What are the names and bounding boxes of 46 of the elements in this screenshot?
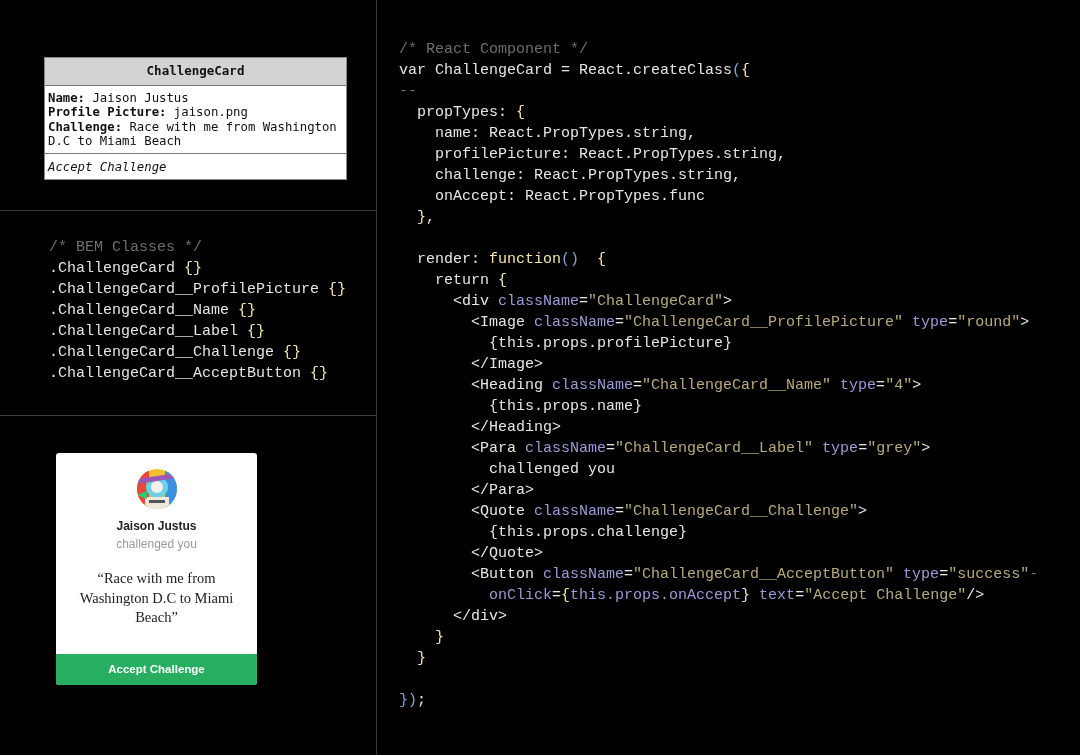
code-line: {this.props.name}	[488, 397, 644, 417]
code-line: {this.props.challenge}	[488, 523, 689, 543]
code-line: </Image>	[470, 355, 545, 375]
field-text: Profile Picture: jaison.png	[48, 105, 249, 120]
code-line: /* BEM Classes */	[49, 238, 204, 258]
method-text: Accept Challenge	[46, 158, 168, 176]
code-line: challenged you	[488, 460, 617, 480]
code-line: .ChallengeCard__Label {}	[49, 322, 267, 342]
code-line: profilePicture: React.PropTypes.string,	[434, 145, 788, 165]
code-line: --	[399, 82, 418, 102]
code-line: },	[416, 208, 437, 228]
field-text: Challenge: Race with me from Washington D.C to Miami Beach	[48, 119, 338, 149]
code-line: .ChallengeCard__AcceptButton {}	[49, 364, 330, 384]
code-line: </Quote>	[470, 544, 545, 564]
code-line: name: React.PropTypes.string,	[434, 124, 698, 144]
code-line: </Para>	[470, 481, 536, 501]
field-text: Name: Jaison Justus	[48, 90, 190, 106]
code-line: challenge: React.PropTypes.string,	[434, 166, 743, 186]
challenge-quote: “Race with me from Washington D.C to Miami Beach”	[78, 569, 235, 627]
code-line: propTypes: {	[416, 103, 527, 123]
code-line: .ChallengeCard__Name {}	[49, 301, 258, 321]
code-line: });	[399, 691, 428, 711]
code-line: onAccept: React.PropTypes.func	[434, 187, 707, 207]
code-line: onClick={this.props.onAccept} text="Accept Challenge"/>	[488, 586, 986, 606]
challenge-label: challenged you	[116, 536, 197, 553]
code-line: render: function() {	[416, 250, 608, 270]
code-line: <Heading className="ChallengeCard__Name" type="4">	[470, 376, 923, 396]
code-line: var ChallengeCard = React.createClass({	[399, 61, 752, 81]
code-line: .ChallengeCard__ProfilePicture {}	[49, 280, 348, 300]
code-line: return {	[434, 271, 509, 291]
code-line: <Button className="ChallengeCard__AcceptButton" type="success"-	[470, 565, 1040, 585]
code-line: <div className="ChallengeCard">	[452, 292, 734, 312]
code-line: {this.props.profilePicture}	[488, 334, 734, 354]
code-line: </div>	[452, 607, 509, 627]
code-line: /* React Component */	[399, 40, 590, 60]
code-line: .ChallengeCard {}	[49, 259, 204, 279]
class-title: ChallengeCard	[45, 58, 346, 86]
code-line: <Para className="ChallengeCard__Label" type="grey">	[470, 439, 932, 459]
code-line: }	[416, 649, 427, 669]
code-line: <Quote className="ChallengeCard__Challenge">	[470, 502, 869, 522]
code-line: }	[434, 628, 445, 648]
accept-button[interactable]: Accept Challenge	[56, 654, 257, 685]
code-line: <Image className="ChallengeCard__ProfilePicture" type="round">	[470, 313, 1031, 333]
code-line: .ChallengeCard__Challenge {}	[49, 343, 303, 363]
user-name: Jaison Justus	[116, 518, 197, 535]
code-line: </Heading>	[470, 418, 563, 438]
